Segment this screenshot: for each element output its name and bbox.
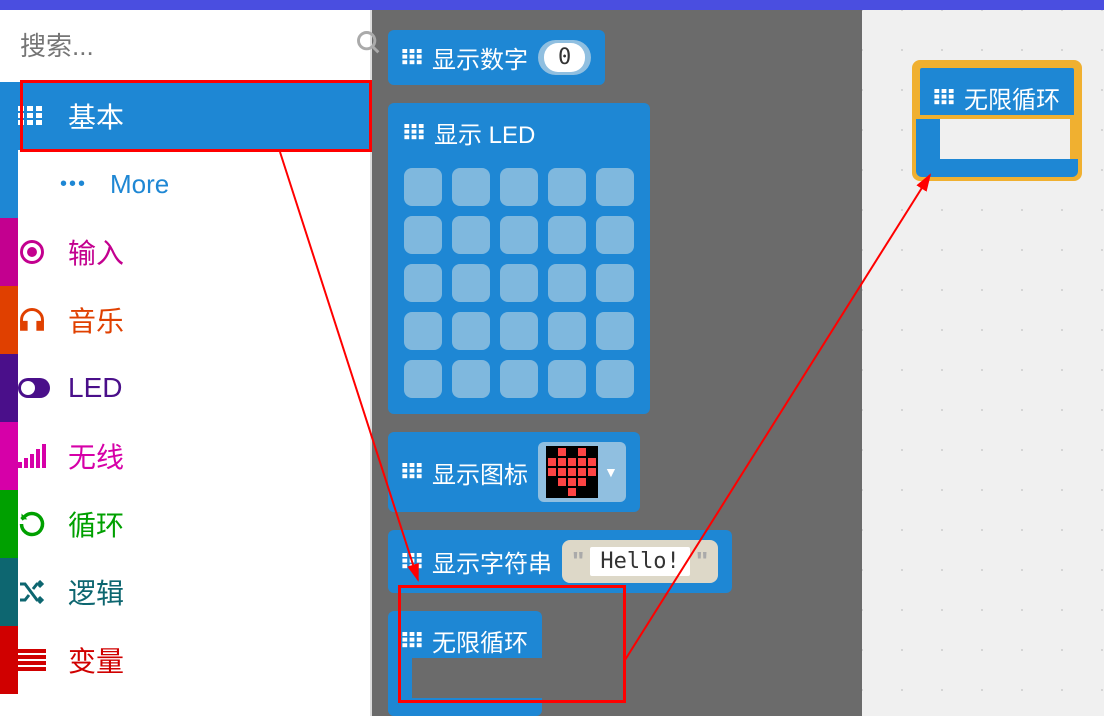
block-label: 显示数字: [432, 40, 528, 75]
color-bar: [0, 422, 18, 490]
color-bar: [0, 354, 18, 422]
category-label: 输入: [68, 232, 370, 272]
grid-icon: [402, 548, 422, 576]
led-cell[interactable]: [548, 264, 586, 302]
led-cell[interactable]: [452, 312, 490, 350]
category-music[interactable]: 音乐: [0, 286, 370, 354]
led-cell[interactable]: [548, 312, 586, 350]
color-bar: [0, 558, 18, 626]
grid-icon: [404, 119, 424, 147]
led-cell[interactable]: [596, 264, 634, 302]
category-input[interactable]: 输入: [0, 218, 370, 286]
category-logic[interactable]: 逻辑: [0, 558, 370, 626]
signal-icon: [18, 444, 68, 468]
block-show-icon[interactable]: 显示图标 ▼: [388, 432, 640, 512]
led-cell[interactable]: [596, 216, 634, 254]
led-cell[interactable]: [500, 312, 538, 350]
block-label: 无限循环: [432, 623, 528, 658]
block-label: 显示 LED: [434, 115, 535, 150]
block-show-string[interactable]: 显示字符串 " Hello! ": [388, 530, 732, 593]
category-sidebar: 基本 ••• More 输入 音乐 LED: [0, 10, 372, 716]
led-cell[interactable]: [548, 360, 586, 398]
category-label: 基本: [68, 96, 370, 136]
led-cell[interactable]: [596, 168, 634, 206]
led-cell[interactable]: [500, 360, 538, 398]
grid-icon: [402, 627, 422, 655]
led-cell[interactable]: [404, 216, 442, 254]
category-led[interactable]: LED: [0, 354, 370, 422]
heart-icon: [546, 446, 598, 498]
target-icon: [18, 238, 68, 266]
color-bar: [0, 626, 18, 694]
led-cell[interactable]: [404, 168, 442, 206]
block-show-leds[interactable]: 显示 LED: [388, 103, 650, 414]
led-cell[interactable]: [596, 312, 634, 350]
quote-open-icon: ": [572, 546, 584, 577]
led-cell[interactable]: [404, 312, 442, 350]
headphones-icon: [18, 306, 68, 334]
string-input[interactable]: " Hello! ": [562, 540, 718, 583]
block-forever[interactable]: 无限循环: [388, 611, 542, 716]
string-value: Hello!: [590, 547, 689, 576]
category-label: More: [110, 169, 370, 200]
grid-icon: [402, 458, 422, 486]
block-label: 显示图标: [432, 455, 528, 490]
shuffle-icon: [18, 580, 68, 604]
category-label: 逻辑: [68, 572, 370, 612]
chevron-down-icon: ▼: [604, 464, 618, 480]
grid-icon: [934, 84, 954, 112]
category-label: 变量: [68, 640, 370, 680]
led-cell[interactable]: [500, 216, 538, 254]
category-label: 无线: [68, 436, 370, 476]
number-value: 0: [544, 43, 585, 72]
quote-close-icon: ": [696, 546, 708, 577]
main-container: 基本 ••• More 输入 音乐 LED: [0, 0, 1104, 716]
category-label: 音乐: [68, 300, 370, 340]
grid-icon: [18, 106, 68, 126]
led-cell[interactable]: [548, 216, 586, 254]
led-grid[interactable]: [404, 168, 634, 398]
led-cell[interactable]: [596, 360, 634, 398]
color-bar: [0, 286, 18, 354]
led-cell[interactable]: [452, 264, 490, 302]
led-cell[interactable]: [452, 168, 490, 206]
block-palette: 显示数字 0 显示 LED 显示图: [372, 10, 862, 716]
icon-dropdown[interactable]: ▼: [538, 442, 626, 502]
category-label: 循环: [68, 504, 370, 544]
block-label: 显示字符串: [432, 544, 552, 579]
led-cell[interactable]: [500, 264, 538, 302]
led-cell[interactable]: [548, 168, 586, 206]
search-icon[interactable]: [355, 29, 383, 64]
top-bar: [0, 0, 1104, 10]
color-bar: [0, 490, 18, 558]
workspace-canvas[interactable]: 无限循环: [862, 10, 1104, 716]
list-icon: [18, 649, 68, 671]
number-input[interactable]: 0: [538, 40, 591, 75]
led-cell[interactable]: [452, 360, 490, 398]
led-cell[interactable]: [500, 168, 538, 206]
category-variables[interactable]: 变量: [0, 626, 370, 694]
more-icon: •••: [60, 173, 110, 196]
search-input[interactable]: [20, 31, 355, 62]
grid-icon: [402, 44, 422, 72]
led-cell[interactable]: [452, 216, 490, 254]
toggle-icon: [18, 378, 68, 398]
refresh-icon: [18, 510, 68, 538]
category-radio[interactable]: 无线: [0, 422, 370, 490]
color-bar: [0, 150, 18, 218]
block-label: 无限循环: [964, 80, 1060, 115]
canvas-block-forever[interactable]: 无限循环: [912, 60, 1082, 181]
category-basic[interactable]: 基本: [0, 82, 370, 150]
color-bar: [0, 218, 18, 286]
led-cell[interactable]: [404, 264, 442, 302]
category-more[interactable]: ••• More: [0, 150, 370, 218]
search-row: [0, 10, 370, 82]
block-show-number[interactable]: 显示数字 0: [388, 30, 605, 85]
led-cell[interactable]: [404, 360, 442, 398]
category-loops[interactable]: 循环: [0, 490, 370, 558]
category-label: LED: [68, 372, 370, 404]
